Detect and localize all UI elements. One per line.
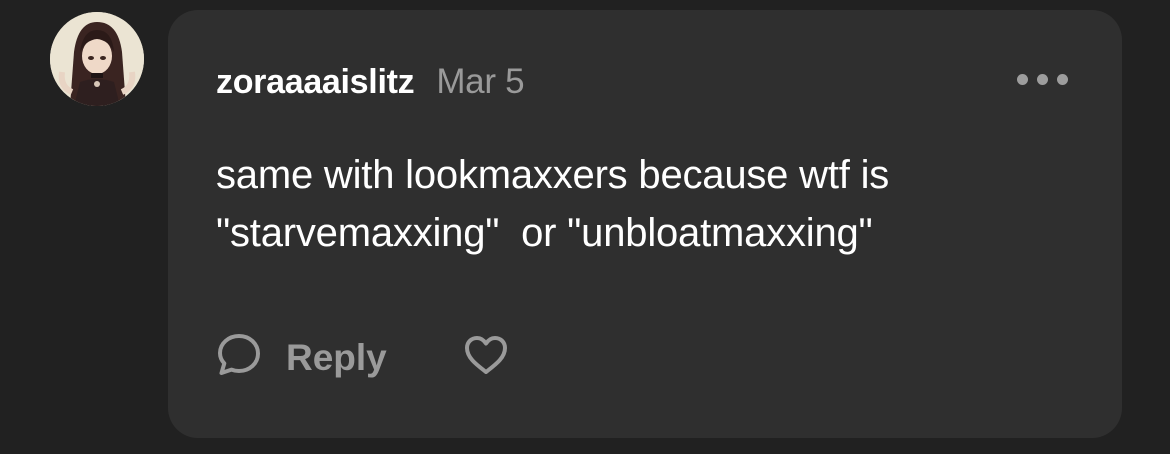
comment-text: same with lookmaxxers because wtf is "st… — [216, 153, 890, 255]
comment-card: zoraaaaislitz Mar 5 same with lookmaxxer… — [168, 10, 1122, 438]
comment-actions: Reply — [216, 332, 509, 383]
username[interactable]: zoraaaaislitz — [216, 63, 415, 102]
reply-button[interactable]: Reply — [216, 332, 387, 383]
more-options-dot — [1017, 74, 1028, 85]
avatar[interactable] — [50, 12, 144, 106]
reply-label: Reply — [286, 336, 387, 378]
heart-icon — [463, 334, 509, 381]
comment-date: Mar 5 — [436, 62, 525, 101]
comment-header: zoraaaaislitz Mar 5 — [216, 62, 525, 102]
speech-bubble-icon — [216, 332, 262, 383]
like-button[interactable] — [463, 334, 509, 381]
more-options-button[interactable] — [1017, 74, 1068, 85]
more-options-dot — [1037, 74, 1048, 85]
avatar-image — [50, 12, 144, 106]
comment-thread: zoraaaaislitz Mar 5 same with lookmaxxer… — [0, 0, 1170, 454]
more-options-dot — [1057, 74, 1068, 85]
